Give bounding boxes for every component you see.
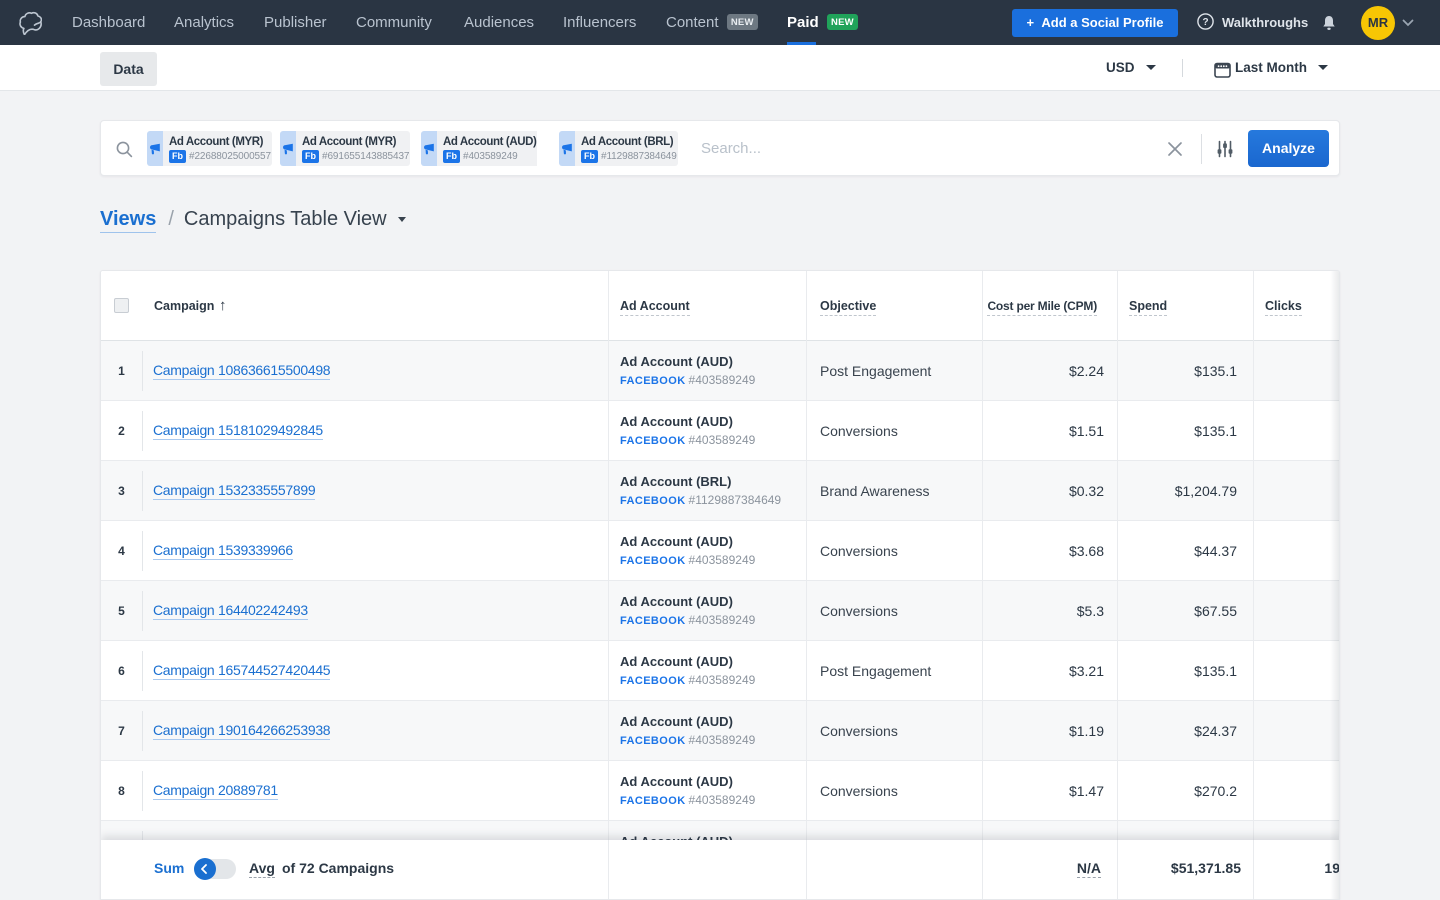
svg-text:?: ? xyxy=(1202,17,1208,28)
